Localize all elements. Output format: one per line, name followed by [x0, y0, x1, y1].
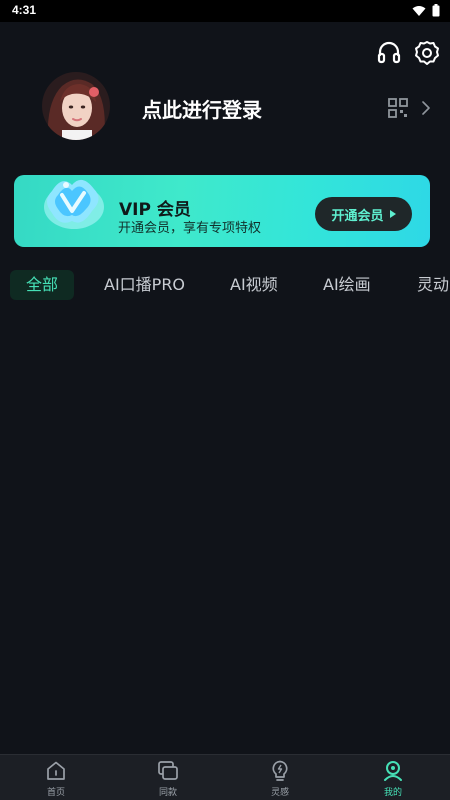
nav-inspiration-label: 灵感	[270, 788, 289, 798]
qr-code-icon[interactable]	[388, 98, 408, 118]
status-icons	[412, 4, 440, 17]
vip-subtitle: 开通会员，享有专项特权	[118, 221, 262, 236]
tab-ai-painting[interactable]: AI绘画	[323, 270, 371, 300]
bottom-nav: 首页 同款 灵感 我的	[0, 754, 450, 800]
vip-banner[interactable]: VIP 会员 开通会员，享有专项特权 开通会员	[14, 175, 430, 247]
nav-inspiration[interactable]: 灵感	[240, 759, 320, 798]
vip-crystal-logo-icon	[44, 179, 104, 229]
nav-home[interactable]: 首页	[16, 759, 96, 798]
tab-ai-voice-pro[interactable]: AI口播PRO	[104, 270, 185, 300]
gear-icon[interactable]	[414, 40, 440, 66]
open-vip-button-label: 开通会员	[331, 208, 384, 224]
tab-ai-video[interactable]: AI视频	[230, 270, 278, 300]
status-time: 4:31	[12, 3, 37, 17]
avatar-image	[42, 72, 110, 140]
nav-mine[interactable]: 我的	[353, 759, 433, 798]
wifi-icon	[412, 5, 426, 16]
login-prompt[interactable]: 点此进行登录	[142, 94, 262, 123]
nav-mine-label: 我的	[383, 788, 402, 798]
profile-icon	[384, 761, 402, 781]
tab-all[interactable]: 全部	[10, 270, 75, 300]
battery-icon	[432, 4, 440, 17]
nav-home-label: 首页	[46, 788, 65, 798]
nav-same-style-label: 同款	[158, 788, 177, 798]
status-bar: 4:31	[0, 0, 450, 22]
open-vip-button[interactable]: 开通会员	[315, 197, 412, 231]
play-arrow-icon	[389, 210, 396, 218]
avatar[interactable]	[42, 72, 110, 140]
tab-inspiration[interactable]: 灵动	[417, 270, 449, 300]
headset-icon[interactable]	[376, 40, 402, 66]
category-tabs: 全部 AI口播PRO AI视频 AI绘画 灵动	[0, 266, 450, 302]
lightbulb-icon	[272, 760, 288, 781]
chevron-right-icon[interactable]	[421, 101, 431, 115]
nav-same-style[interactable]: 同款	[128, 759, 208, 798]
copy-icon	[158, 761, 178, 780]
home-icon	[47, 761, 65, 780]
